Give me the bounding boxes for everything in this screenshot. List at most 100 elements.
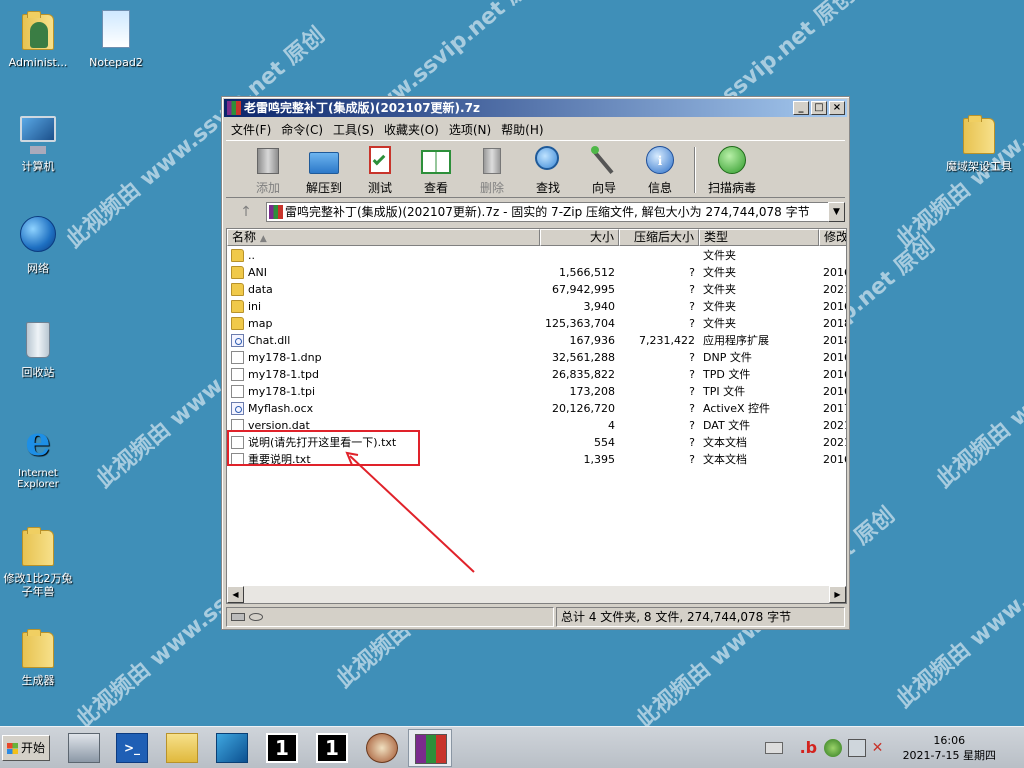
file-name: my178-1.tpi: [248, 385, 316, 398]
desktop-icon-moyu-tools[interactable]: 魔域架设工具: [934, 112, 1024, 173]
find-button[interactable]: 查找: [520, 141, 576, 196]
column-header-modified[interactable]: 修改: [819, 229, 846, 246]
file-row[interactable]: map 125,363,704? 文件夹 2018: [227, 315, 846, 332]
security-shield-icon[interactable]: [823, 739, 842, 757]
test-button[interactable]: 测试: [352, 141, 408, 196]
column-header-size[interactable]: 大小: [540, 229, 619, 246]
toolbar-separator: [694, 147, 696, 193]
file-name: Chat.dll: [248, 334, 291, 347]
delete-button[interactable]: 删除: [464, 141, 520, 196]
desktop-icon-recycle-bin[interactable]: 回收站: [0, 318, 76, 379]
file-packed-size: ?: [689, 266, 695, 279]
desktop-icon-folder-tuzi[interactable]: 修改1比2万兔子年兽: [0, 524, 76, 598]
clock[interactable]: 16:06 2021-7-15 星期四: [903, 733, 996, 763]
wizard-button[interactable]: 向导: [576, 141, 632, 196]
file-name: Myflash.ocx: [248, 402, 314, 415]
menu-bar: 文件(F) 命令(C) 工具(S) 收藏夹(O) 选项(N) 帮助(H): [226, 118, 549, 138]
file-type: 文件夹: [703, 283, 736, 296]
desktop-icon-generator[interactable]: 生成器: [0, 626, 76, 687]
desktop-icon-internet-explorer[interactable]: e Internet Explorer: [0, 418, 76, 491]
volume-muted-icon[interactable]: ✕: [872, 739, 890, 757]
desktop-icon-network[interactable]: 网络: [0, 214, 76, 275]
desktop-icon-label: 修改1比2万兔子年兽: [3, 572, 73, 598]
file-packed-size: ?: [689, 453, 695, 466]
app-b-icon[interactable]: .b: [800, 739, 818, 757]
file-row[interactable]: data 67,942,995? 文件夹 2021: [227, 281, 846, 298]
taskbar-app-cubes[interactable]: [210, 729, 254, 767]
file-size: 3,940: [583, 300, 616, 313]
menu-file[interactable]: 文件(F): [226, 118, 276, 138]
file-size: [540, 247, 619, 264]
file-row[interactable]: Myflash.ocx 20,126,720? ActiveX 控件 2017: [227, 400, 846, 417]
column-header-name[interactable]: 名称 ▲: [227, 229, 540, 246]
clock-time: 16:06: [933, 734, 966, 747]
taskbar-powershell[interactable]: >_: [110, 729, 154, 767]
menu-tools[interactable]: 工具(S): [328, 118, 379, 138]
close-button[interactable]: ×: [829, 101, 845, 115]
add-button[interactable]: 添加: [240, 141, 296, 196]
column-header-type[interactable]: 类型: [699, 229, 819, 246]
window-title: 老雷鸣完整补丁(集成版)(202107更新).7z: [244, 101, 480, 115]
taskbar-server-manager[interactable]: [62, 729, 106, 767]
file-list[interactable]: 名称 ▲ 大小 压缩后大小 类型 修改 .. 文件夹 ANI 1,566,512? 文件…: [226, 228, 847, 604]
address-dropdown-button[interactable]: ▼: [828, 202, 845, 222]
desktop-icon-label: Internet Explorer: [17, 468, 59, 490]
taskbar-explorer[interactable]: [160, 729, 204, 767]
folder-icon: [231, 300, 244, 313]
desktop-icon-label: 计算机: [21, 160, 55, 173]
start-button[interactable]: 开始: [2, 735, 50, 761]
extract-folder-icon: [307, 144, 341, 176]
file-type: TPD 文件: [703, 368, 751, 381]
menu-favorites[interactable]: 收藏夹(O): [379, 118, 444, 138]
virus-scan-icon: [715, 144, 749, 176]
start-label: 开始: [21, 741, 46, 755]
status-bar: 总计 4 文件夹, 8 文件, 274,744,078 字节: [226, 607, 845, 627]
file-row[interactable]: Chat.dll 167,936 7,231,422 应用程序扩展 2018: [227, 332, 846, 349]
file-row[interactable]: ANI 1,566,512? 文件夹 2016: [227, 264, 846, 281]
user-folder-icon: [16, 8, 60, 52]
taskbar-winrar-active[interactable]: [408, 729, 452, 767]
minimize-button[interactable]: _: [793, 101, 809, 115]
ie-icon: e: [25, 418, 51, 465]
info-button[interactable]: i 信息: [632, 141, 688, 196]
file-name-cell: my178-1.tpi: [227, 383, 540, 400]
taskbar-app-round[interactable]: [360, 729, 404, 767]
file-row[interactable]: my178-1.tpi 173,208? TPI 文件 2016: [227, 383, 846, 400]
view-button[interactable]: 查看: [408, 141, 464, 196]
up-folder-button[interactable]: ↑: [226, 204, 266, 220]
file-row[interactable]: .. 文件夹: [227, 247, 846, 264]
scroll-right-button[interactable]: ▶: [829, 586, 846, 603]
desktop-icon-notepad2[interactable]: Notepad2: [78, 8, 154, 69]
scan-virus-button[interactable]: 扫描病毒: [702, 141, 762, 196]
file-row[interactable]: my178-1.dnp 32,561,288? DNP 文件 2016: [227, 349, 846, 366]
file-size: 4: [608, 419, 615, 432]
file-row[interactable]: my178-1.tpd 26,835,822? TPD 文件 2016: [227, 366, 846, 383]
scroll-left-button[interactable]: ◀: [227, 586, 244, 603]
column-header-packed[interactable]: 压缩后大小: [619, 229, 699, 246]
keyboard-icon[interactable]: [764, 742, 783, 754]
menu-help[interactable]: 帮助(H): [496, 118, 548, 138]
file-name-cell: Chat.dll: [227, 332, 540, 349]
address-field[interactable]: 雷鸣完整补丁(集成版)(202107更新).7z - 固实的 7-Zip 压缩文…: [266, 202, 828, 222]
file-name-cell: ..: [227, 247, 540, 264]
window-titlebar[interactable]: 老雷鸣完整补丁(集成版)(202107更新).7z _ □ ×: [224, 99, 847, 117]
desktop-icon-computer[interactable]: 计算机: [0, 112, 76, 173]
file-row[interactable]: ini 3,940? 文件夹 2016: [227, 298, 846, 315]
menu-options[interactable]: 选项(N): [444, 118, 496, 138]
extract-to-button[interactable]: 解压到: [296, 141, 352, 196]
file-packed-size: ?: [689, 300, 695, 313]
desktop-icon-administrator[interactable]: Administ...: [0, 8, 76, 69]
file-modified: 2017: [823, 402, 846, 415]
taskbar-console-1[interactable]: 1: [260, 729, 304, 767]
watermark-text: 此视频由 www.ssvip.net 原创: [892, 483, 1024, 714]
scroll-track[interactable]: [244, 586, 829, 603]
maximize-button[interactable]: □: [811, 101, 827, 115]
horizontal-scrollbar[interactable]: ◀ ▶: [227, 586, 846, 603]
network-icon[interactable]: [847, 739, 866, 757]
taskbar-console-2[interactable]: 1: [310, 729, 354, 767]
desktop-icon-label: Notepad2: [89, 56, 143, 69]
menu-commands[interactable]: 命令(C): [276, 118, 328, 138]
file-size: 173,208: [569, 385, 616, 398]
address-text: 雷鸣完整补丁(集成版)(202107更新).7z - 固实的 7-Zip 压缩文…: [285, 205, 810, 219]
file-modified: 2018: [823, 334, 846, 347]
